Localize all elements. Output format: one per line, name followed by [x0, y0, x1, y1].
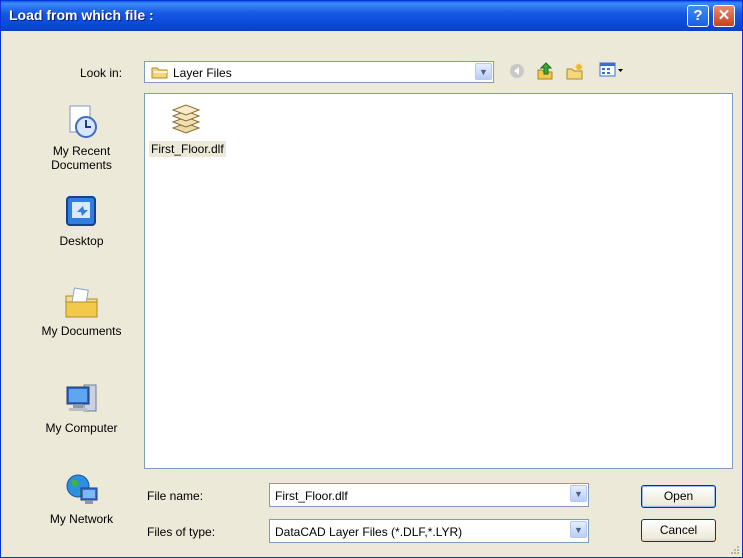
chevron-down-icon: ▼ [479, 67, 488, 77]
file-name-combo[interactable]: First_Floor.dlf ▼ [269, 483, 589, 507]
file-name-label: File name: [147, 489, 204, 503]
place-label: My Network [49, 512, 114, 526]
file-name-dropdown-button[interactable]: ▼ [570, 485, 587, 502]
help-button[interactable]: ? [687, 5, 709, 27]
up-folder-icon[interactable] [535, 61, 555, 84]
file-item[interactable]: First_Floor.dlf [149, 102, 226, 157]
look-in-dropdown-button[interactable]: ▼ [475, 63, 492, 80]
place-my-documents[interactable]: My Documents [30, 284, 133, 338]
recent-documents-icon [64, 104, 100, 140]
folder-icon [151, 65, 169, 82]
place-label: My Computer [45, 421, 118, 435]
place-my-recent-documents[interactable]: My Recent Documents [30, 104, 133, 172]
look-in-label: Look in: [80, 66, 123, 80]
file-type-label: Files of type: [147, 525, 216, 539]
window-title: Load from which file : [9, 7, 154, 23]
place-my-computer[interactable]: My Computer [30, 381, 133, 435]
layer-file-icon [168, 102, 204, 138]
chevron-down-icon: ▼ [574, 525, 583, 535]
place-label: My Documents [41, 324, 122, 338]
new-folder-icon[interactable] [565, 61, 585, 84]
back-icon[interactable] [509, 63, 525, 82]
file-name-input[interactable]: First_Floor.dlf [275, 489, 348, 503]
cancel-button[interactable]: Cancel [641, 519, 716, 542]
title-bar[interactable]: Load from which file : ? ✕ [1, 1, 742, 31]
close-button[interactable]: ✕ [713, 5, 735, 27]
chevron-down-icon: ▼ [574, 489, 583, 499]
file-list[interactable]: First_Floor.dlf [144, 93, 733, 469]
desktop-icon [64, 194, 100, 230]
file-type-dropdown-button[interactable]: ▼ [570, 521, 587, 538]
file-type-select[interactable]: DataCAD Layer Files (*.DLF,*.LYR) ▼ [269, 519, 589, 543]
my-network-icon [64, 472, 100, 508]
place-label-line2: Documents [51, 158, 112, 172]
look-in-value: Layer Files [173, 66, 232, 80]
place-desktop[interactable]: Desktop [30, 194, 133, 248]
place-my-network[interactable]: My Network [30, 472, 133, 526]
dialog-window: Load from which file : ? ✕ Look in: Laye… [0, 0, 743, 558]
place-label: Desktop [59, 234, 104, 248]
file-name: First_Floor.dlf [149, 141, 226, 157]
file-type-value: DataCAD Layer Files (*.DLF,*.LYR) [275, 525, 463, 539]
resize-grip-icon[interactable] [729, 544, 740, 555]
open-button[interactable]: Open [641, 485, 716, 508]
view-menu-icon[interactable] [599, 61, 625, 82]
my-computer-icon [64, 381, 100, 417]
look-in-combo[interactable]: Layer Files ▼ [144, 61, 494, 83]
places-bar: My Recent Documents Desktop My Documents… [30, 94, 133, 549]
place-label: My Recent [52, 144, 111, 158]
my-documents-icon [64, 284, 100, 320]
